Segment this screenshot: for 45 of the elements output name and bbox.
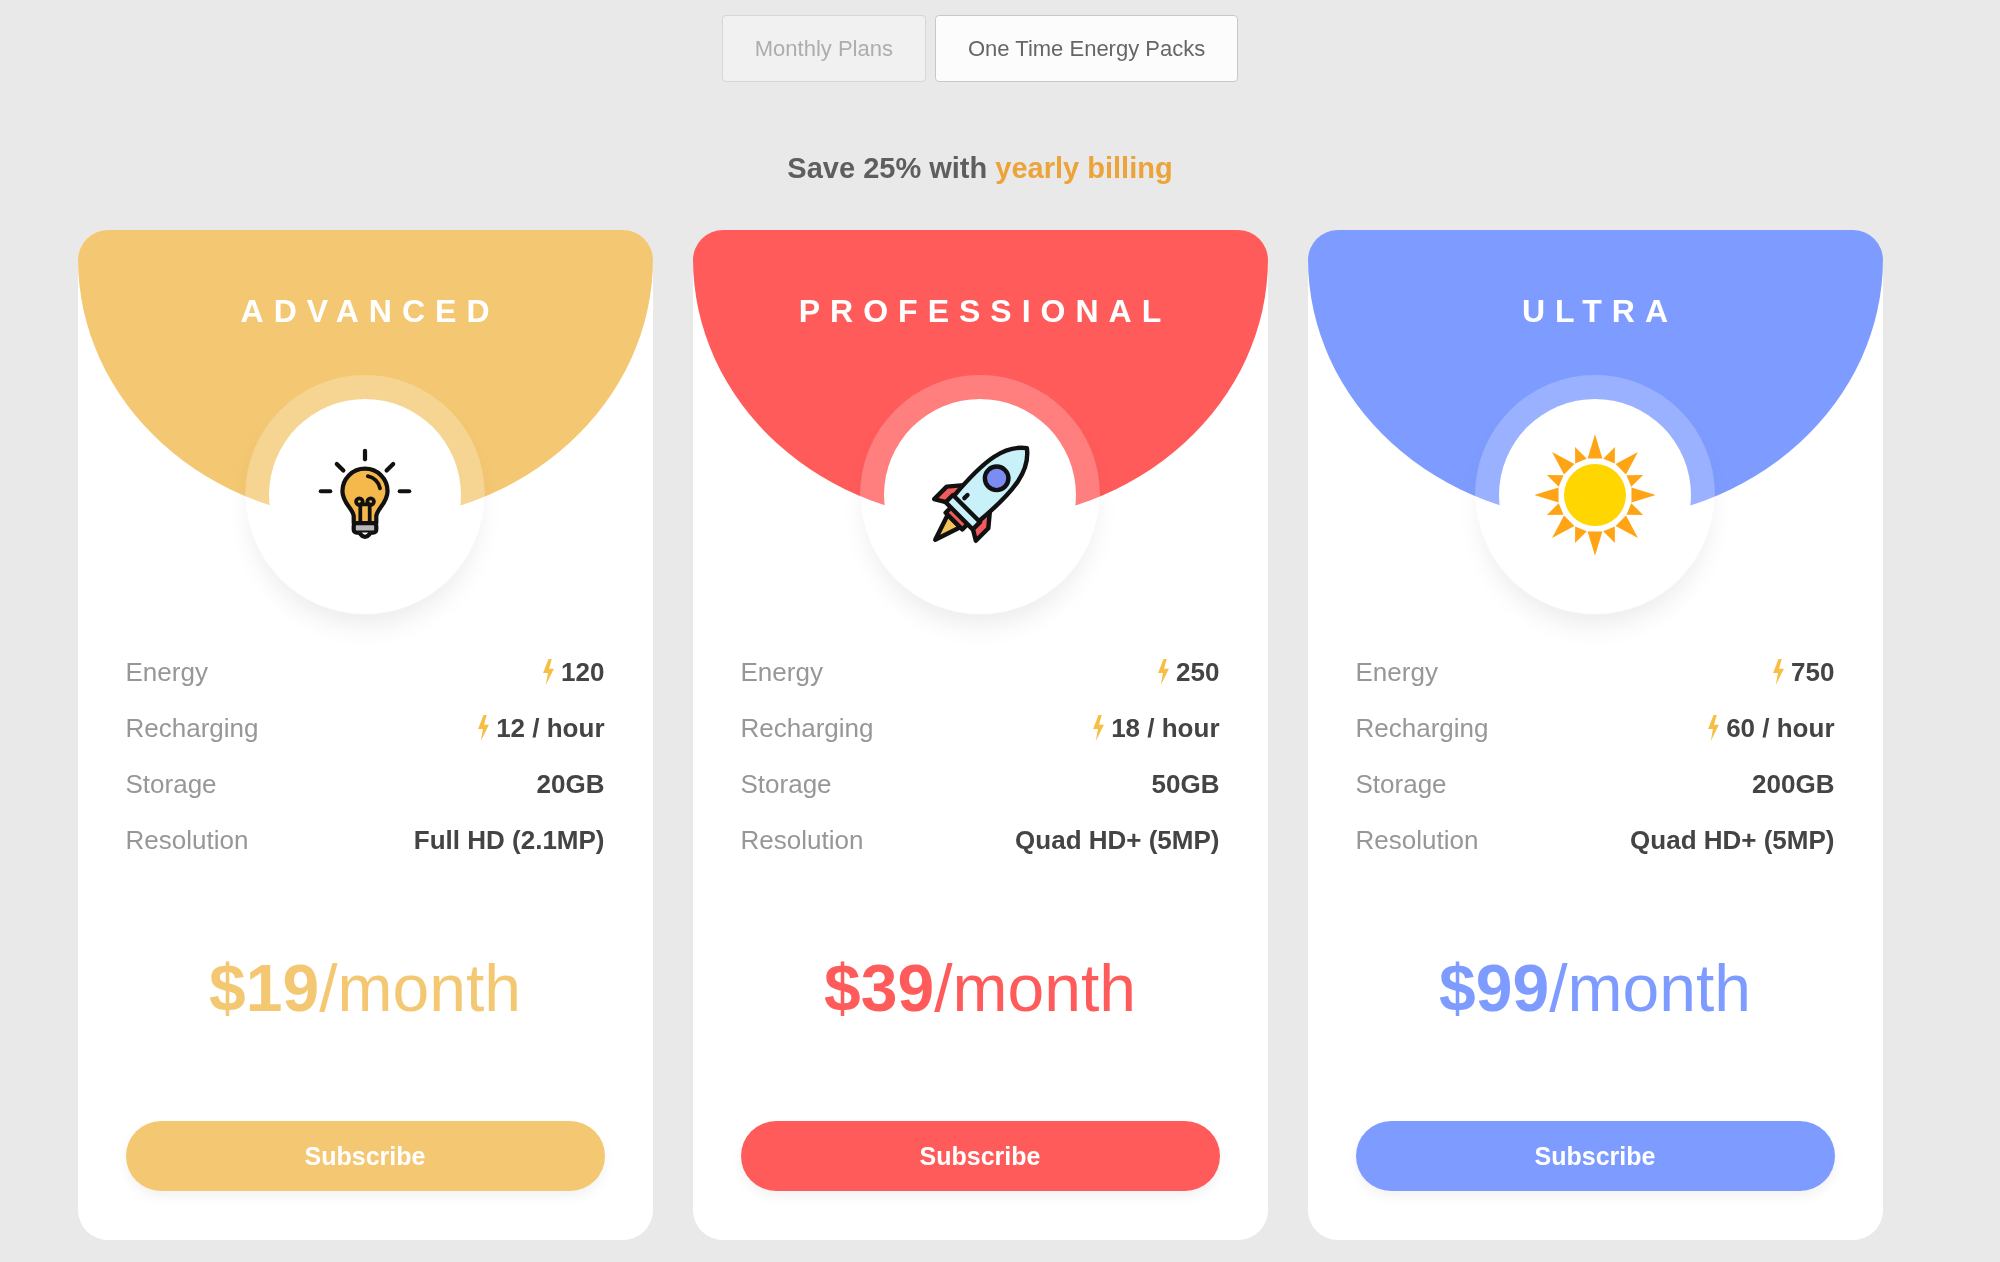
sun-icon [1533,433,1657,557]
price: $39/month [824,950,1136,1027]
lightning-icon [1092,715,1106,741]
feature-label: Energy [740,656,823,688]
feature-label: Energy [1355,656,1438,688]
feature-label: Resolution [125,824,249,856]
feature-label: Storage [125,768,217,800]
price: $99/month [1439,950,1751,1027]
plan-title: ADVANCED [239,292,500,331]
promo-text: Save 25% with [787,152,988,184]
tab[interactable]: One Time Energy Packs [935,15,1239,82]
feature-label: Energy [125,656,208,688]
lightning-icon [1772,659,1786,685]
feature-value: 60 / hour [1726,712,1835,744]
plan-title: ULTRA [1520,292,1678,331]
feature-label: Storage [740,768,832,800]
feature-value: 250 [1176,656,1220,688]
lightning-icon [542,659,556,685]
price: $19/month [209,950,521,1027]
feature-label: Recharging [1355,712,1489,744]
feature-value: Full HD (2.1MP) [413,824,605,856]
feature-value: Quad HD+ (5MP) [1630,824,1835,856]
plan-title: PROFESSIONAL [797,292,1172,331]
lightning-icon [1157,659,1171,685]
subscribe-button[interactable]: Subscribe [125,1121,605,1191]
feature-value: 750 [1791,656,1835,688]
feature-value: 50GB [1151,768,1220,800]
lightbulb-icon [318,448,412,542]
feature-value: 12 / hour [496,712,605,744]
billing-link[interactable]: yearly billing [995,152,1173,184]
feature-label: Recharging [740,712,874,744]
lightning-icon [477,715,491,741]
feature-value: 200GB [1752,768,1835,800]
feature-value: Quad HD+ (5MP) [1015,824,1220,856]
feature-value: 120 [561,656,605,688]
lightning-icon [1707,715,1721,741]
subscribe-button[interactable]: Subscribe [1355,1121,1835,1191]
feature-label: Recharging [125,712,259,744]
subscribe-button[interactable]: Subscribe [740,1121,1220,1191]
feature-value: 18 / hour [1111,712,1220,744]
feature-label: Resolution [740,824,864,856]
feature-value: 20GB [536,768,605,800]
feature-label: Resolution [1355,824,1479,856]
tab[interactable]: Monthly Plans [721,15,926,82]
feature-label: Storage [1355,768,1447,800]
